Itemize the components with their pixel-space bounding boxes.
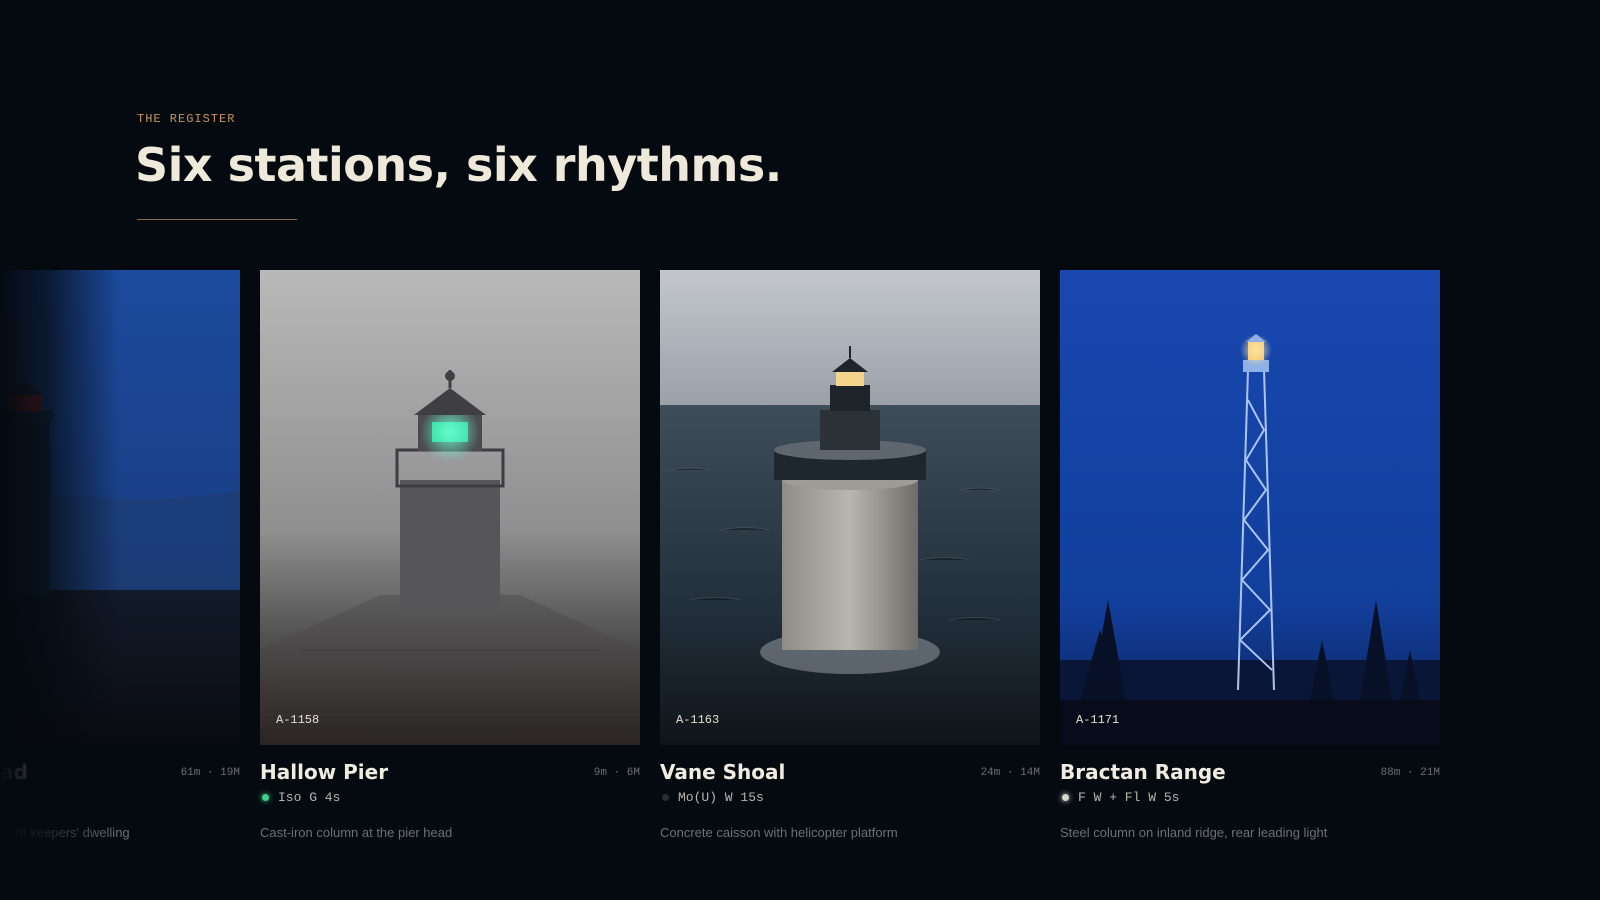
station-code: A-1163 <box>676 713 720 727</box>
station-description: …ith keepers' dwelling <box>0 825 130 840</box>
station-name: Hallow Pier <box>260 760 389 784</box>
station-card[interactable]: ad 61m · 19M …ith keepers' dwelling <box>0 270 240 860</box>
station-stats: 88m · 21M <box>1380 767 1440 779</box>
light-characteristic: Iso G 4s <box>260 790 340 805</box>
station-stats: 9m · 6M <box>593 767 640 779</box>
station-description: Concrete caisson with helicopter platfor… <box>660 825 898 840</box>
register-section: THE REGISTER Six stations, six rhythms. <box>0 0 1600 900</box>
station-photo <box>260 270 640 745</box>
station-stats: 61m · 19M <box>180 767 240 779</box>
light-color-dot <box>1062 794 1069 801</box>
light-characteristic-label: Iso G 4s <box>278 790 341 805</box>
section-title: Six stations, six rhythms. <box>135 138 782 192</box>
station-description: Cast-iron column at the pier head <box>260 825 453 840</box>
station-name: Vane Shoal <box>660 760 786 784</box>
light-characteristic: F W + Fl W 5s <box>1060 790 1179 805</box>
station-photo <box>660 270 1040 745</box>
title-divider <box>137 219 297 220</box>
section-eyebrow: THE REGISTER <box>137 112 236 126</box>
light-color-dot <box>262 794 269 801</box>
light-color-dot <box>662 794 669 801</box>
light-characteristic-label: Mo(U) W 15s <box>678 790 764 805</box>
station-photo <box>0 270 240 745</box>
station-code: A-1158 <box>276 713 320 727</box>
station-description: Steel column on inland ridge, rear leadi… <box>1060 825 1328 840</box>
station-card-bractan-range[interactable]: A-1171 Bractan Range 88m · 21M F W + Fl … <box>1060 270 1440 860</box>
station-name: ad <box>0 760 28 784</box>
station-name: Bractan Range <box>1060 760 1226 784</box>
station-photo <box>1060 270 1440 745</box>
station-code: A-1171 <box>1076 713 1120 727</box>
station-card-hallow-pier[interactable]: A-1158 Hallow Pier 9m · 6M Iso G 4s Cast… <box>260 270 640 860</box>
light-characteristic-label: F W + Fl W 5s <box>1078 790 1180 805</box>
station-card-vane-shoal[interactable]: A-1163 Vane Shoal 24m · 14M Mo(U) W 15s … <box>660 270 1040 860</box>
station-stats: 24m · 14M <box>980 767 1040 779</box>
light-characteristic: Mo(U) W 15s <box>660 790 764 805</box>
